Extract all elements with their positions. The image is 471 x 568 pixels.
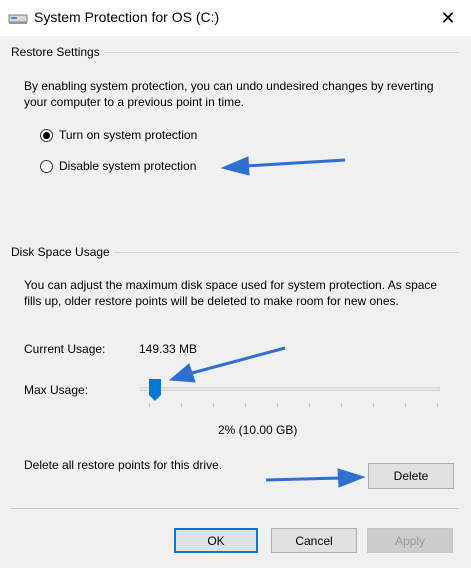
- radio-selected-icon[interactable]: [40, 128, 53, 142]
- slider-tick: [373, 403, 374, 407]
- disable-protection-option[interactable]: Disable system protection: [40, 159, 196, 173]
- slider-tick: [245, 403, 246, 407]
- disk-space-heading: Disk Space Usage: [11, 245, 114, 259]
- turn-on-protection-label: Turn on system protection: [59, 128, 198, 142]
- slider-tick: [309, 403, 310, 407]
- ok-button[interactable]: OK: [174, 528, 258, 553]
- delete-description: Delete all restore points for this drive…: [24, 458, 223, 472]
- max-usage-value: 2% (10.00 GB): [218, 423, 298, 437]
- current-usage-label: Current Usage:: [24, 342, 106, 356]
- cancel-button[interactable]: Cancel: [271, 528, 357, 553]
- slider-tick: [181, 403, 182, 407]
- drive-icon: [8, 14, 28, 24]
- turn-on-protection-option[interactable]: Turn on system protection: [40, 128, 197, 142]
- current-usage-value: 149.33 MB: [139, 342, 198, 356]
- slider-tick: [341, 403, 342, 407]
- slider-tick: [213, 403, 214, 407]
- max-usage-slider-thumb[interactable]: [149, 379, 161, 401]
- restore-settings-description: By enabling system protection, you can u…: [24, 79, 434, 109]
- slider-tick: [149, 403, 150, 407]
- title-bar: System Protection for OS (C:) ✕: [0, 0, 471, 36]
- apply-button: Apply: [367, 528, 453, 553]
- arrow-to-delete-button: [265, 468, 366, 488]
- max-usage-slider-track[interactable]: [140, 387, 440, 391]
- slider-tick: [437, 403, 438, 407]
- disable-protection-label: Disable system protection: [59, 159, 197, 173]
- delete-button[interactable]: Delete: [368, 463, 454, 489]
- slider-tick: [277, 403, 278, 407]
- max-usage-label: Max Usage:: [24, 383, 89, 397]
- disk-space-description: You can adjust the maximum disk space us…: [24, 278, 438, 308]
- radio-unselected-icon[interactable]: [40, 159, 53, 173]
- window-title: System Protection for OS (C:): [34, 9, 220, 25]
- close-icon: ✕: [440, 7, 456, 28]
- restore-settings-heading: Restore Settings: [11, 45, 104, 59]
- close-button[interactable]: ✕: [425, 0, 471, 36]
- arrow-to-disable-option: [220, 156, 346, 176]
- slider-tick: [405, 403, 406, 407]
- footer-divider: [11, 508, 459, 509]
